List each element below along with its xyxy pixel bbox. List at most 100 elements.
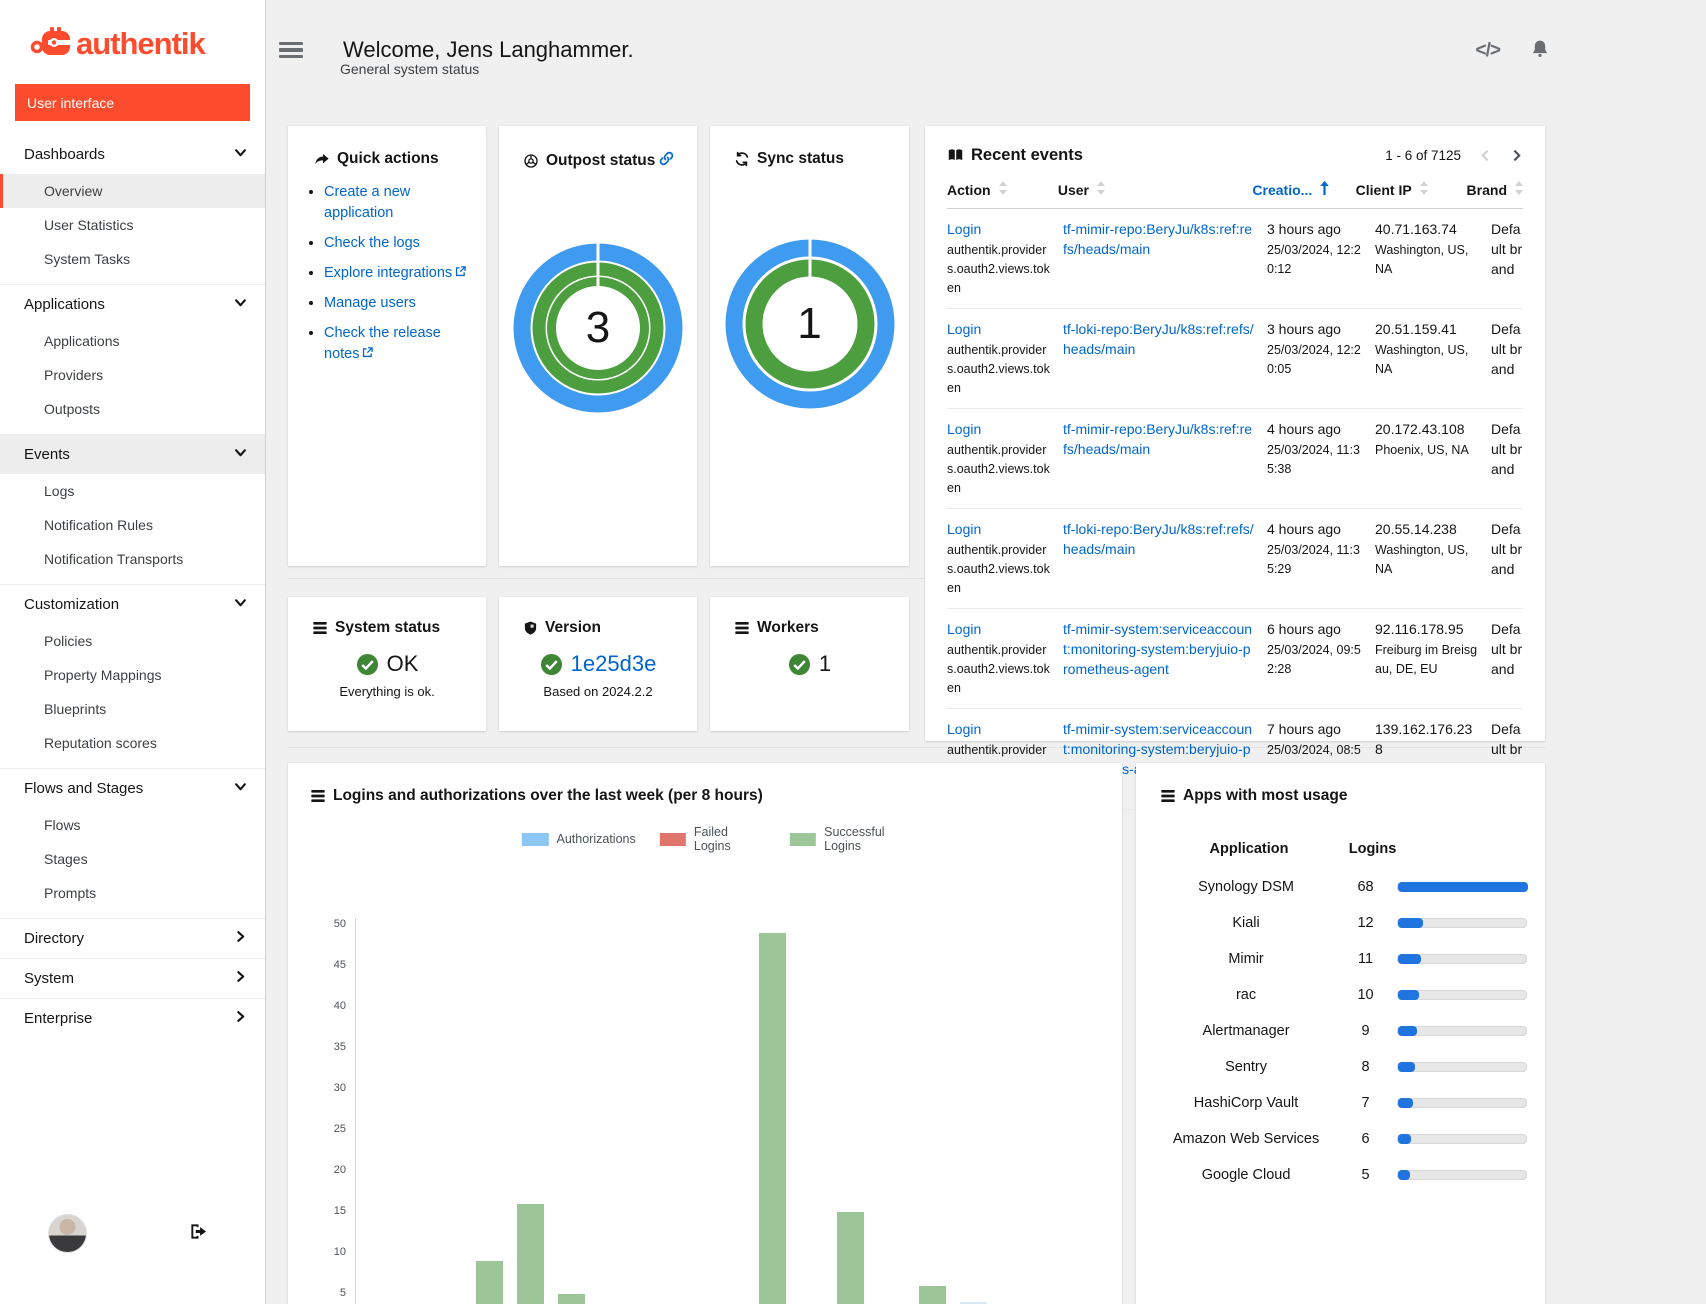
sidebar-item-policies[interactable]: Policies: [0, 624, 265, 658]
sidebar-item-stages[interactable]: Stages: [0, 842, 265, 876]
quick-action-link-explore-integrations[interactable]: Explore integrations: [324, 265, 452, 281]
quick-action-link-check-the-logs[interactable]: Check the logs: [324, 235, 420, 251]
sign-out-icon[interactable]: [189, 1222, 208, 1246]
event-action-link[interactable]: Login: [947, 519, 1051, 539]
event-user-cell: tf-loki-repo:BeryJu/k8s:ref:refs/heads/m…: [1063, 519, 1255, 598]
y-tick-label: 40: [306, 1000, 346, 1012]
chart-axis-line: [355, 918, 356, 1304]
progress-track: [1397, 1026, 1527, 1036]
sidebar-item-logs[interactable]: Logs: [0, 474, 265, 508]
version-value-link[interactable]: 1e25d3e: [571, 651, 657, 677]
pager-next-button[interactable]: [1510, 149, 1523, 162]
apps-row-mimir: Mimir11: [1158, 941, 1527, 977]
sidebar-item-overview[interactable]: Overview: [0, 174, 265, 208]
system-status-card: System status OK Everything is ok.: [288, 597, 486, 731]
sidebar-group-header-applications[interactable]: Applications: [0, 285, 265, 324]
event-user-link[interactable]: tf-mimir-repo:BeryJu/k8s:ref:refs/heads/…: [1063, 219, 1255, 259]
pager-prev-button[interactable]: [1479, 149, 1492, 162]
sidebar-group-header-enterprise[interactable]: Enterprise: [0, 999, 265, 1038]
share-arrow-icon: [314, 151, 330, 167]
sidebar-item-property-mappings[interactable]: Property Mappings: [0, 658, 265, 692]
event-brand-cell: Default brand: [1491, 419, 1523, 498]
app-name: HashiCorp Vault: [1158, 1093, 1334, 1113]
apps-row-sentry: Sentry8: [1158, 1049, 1527, 1085]
progress-fill: [1398, 1098, 1413, 1108]
legend-item-successful-logins: Successful Logins: [790, 825, 922, 853]
sidebar: authentik User interface DashboardsOverv…: [0, 0, 266, 1304]
recent-events-title: Recent events: [947, 146, 1083, 165]
event-brand: Default brand: [1491, 419, 1523, 479]
authentik-logo[interactable]: authentik: [0, 0, 265, 62]
sidebar-toggle-button[interactable]: [279, 38, 303, 62]
outpost-wheel-icon: [523, 153, 539, 169]
sidebar-group-header-customization[interactable]: Customization: [0, 585, 265, 624]
outpost-status-card: Outpost status 3: [499, 126, 697, 566]
outpost-link-icon[interactable]: [658, 150, 675, 172]
sidebar-group-header-flows-and-stages[interactable]: Flows and Stages: [0, 769, 265, 808]
sidebar-item-flows[interactable]: Flows: [0, 808, 265, 842]
column-header-text: Creatio...: [1252, 182, 1312, 198]
sidebar-item-providers[interactable]: Providers: [0, 358, 265, 392]
app-usage-bar: [1397, 1134, 1527, 1144]
event-user-link[interactable]: tf-loki-repo:BeryJu/k8s:ref:refs/heads/m…: [1063, 519, 1255, 559]
app-name: Google Cloud: [1158, 1165, 1334, 1185]
sidebar-item-notification-rules[interactable]: Notification Rules: [0, 508, 265, 542]
event-geo: Washington, US, NA: [1375, 241, 1479, 279]
avatar[interactable]: [48, 1214, 87, 1253]
progress-track: [1397, 1170, 1527, 1180]
column-header-client-ip[interactable]: Client IP: [1356, 181, 1455, 198]
column-header-text: Brand: [1467, 182, 1507, 198]
column-header-action[interactable]: Action: [947, 181, 1046, 198]
sidebar-group-applications: ApplicationsApplicationsProvidersOutpost…: [0, 284, 265, 426]
check-circle-icon: [540, 653, 563, 676]
quick-action-link-check-the-release-notes[interactable]: Check the release notes: [324, 325, 441, 362]
bar-successful-logins: [517, 1204, 544, 1304]
column-header-text: User: [1058, 182, 1089, 198]
user-interface-button[interactable]: User interface: [15, 84, 250, 121]
sidebar-group-header-dashboards[interactable]: Dashboards: [0, 135, 265, 174]
sidebar-group-header-system[interactable]: System: [0, 959, 265, 998]
event-action-link[interactable]: Login: [947, 219, 1051, 239]
event-user-link[interactable]: tf-mimir-system:serviceaccount:monitorin…: [1063, 619, 1255, 679]
column-header-brand[interactable]: Brand: [1467, 181, 1523, 198]
api-code-icon[interactable]: </>: [1476, 40, 1500, 62]
sidebar-item-user-statistics[interactable]: User Statistics: [0, 208, 265, 242]
apps-row-hashicorp-vault: HashiCorp Vault7: [1158, 1085, 1527, 1121]
sidebar-group-header-directory[interactable]: Directory: [0, 919, 265, 958]
app-usage-bar: [1397, 882, 1527, 892]
quick-action-item: Manage users: [324, 293, 472, 314]
progress-track: [1397, 1098, 1527, 1108]
y-tick-label: 30: [306, 1082, 346, 1094]
event-user-link[interactable]: tf-mimir-repo:BeryJu/k8s:ref:refs/heads/…: [1063, 419, 1255, 459]
notifications-bell-icon[interactable]: [1530, 38, 1550, 64]
sidebar-item-notification-transports[interactable]: Notification Transports: [0, 542, 265, 576]
column-header-user[interactable]: User: [1058, 181, 1241, 198]
event-action-link[interactable]: Login: [947, 619, 1051, 639]
progress-fill: [1398, 1026, 1417, 1036]
outpost-status-value: 3: [512, 242, 684, 414]
event-action-detail: authentik.providers.oauth2.views.token: [947, 241, 1051, 298]
sidebar-item-system-tasks[interactable]: System Tasks: [0, 242, 265, 276]
column-header-creatio[interactable]: Creatio...: [1252, 181, 1343, 198]
sidebar-group-dashboards: DashboardsOverviewUser StatisticsSystem …: [0, 135, 265, 276]
event-action-link[interactable]: Login: [947, 719, 1051, 739]
sidebar-item-applications[interactable]: Applications: [0, 324, 265, 358]
version-title: Version: [499, 597, 697, 637]
sidebar-item-prompts[interactable]: Prompts: [0, 876, 265, 910]
sync-status-card: Sync status 1: [710, 126, 909, 566]
event-brand: Default brand: [1491, 319, 1523, 379]
progress-fill: [1398, 954, 1421, 964]
event-user-link[interactable]: tf-loki-repo:BeryJu/k8s:ref:refs/heads/m…: [1063, 319, 1255, 359]
quick-action-link-manage-users[interactable]: Manage users: [324, 295, 416, 311]
app-usage-bar: [1397, 990, 1527, 1000]
sidebar-group-header-events[interactable]: Events: [0, 435, 265, 474]
external-link-icon: [455, 264, 466, 281]
progress-track: [1397, 1062, 1527, 1072]
sidebar-item-reputation-scores[interactable]: Reputation scores: [0, 726, 265, 760]
sidebar-item-outposts[interactable]: Outposts: [0, 392, 265, 426]
event-action-link[interactable]: Login: [947, 419, 1051, 439]
event-geo: Washington, US, NA: [1375, 541, 1479, 579]
sidebar-item-blueprints[interactable]: Blueprints: [0, 692, 265, 726]
event-action-link[interactable]: Login: [947, 319, 1051, 339]
quick-action-link-create-a-new-application[interactable]: Create a new application: [324, 184, 410, 221]
